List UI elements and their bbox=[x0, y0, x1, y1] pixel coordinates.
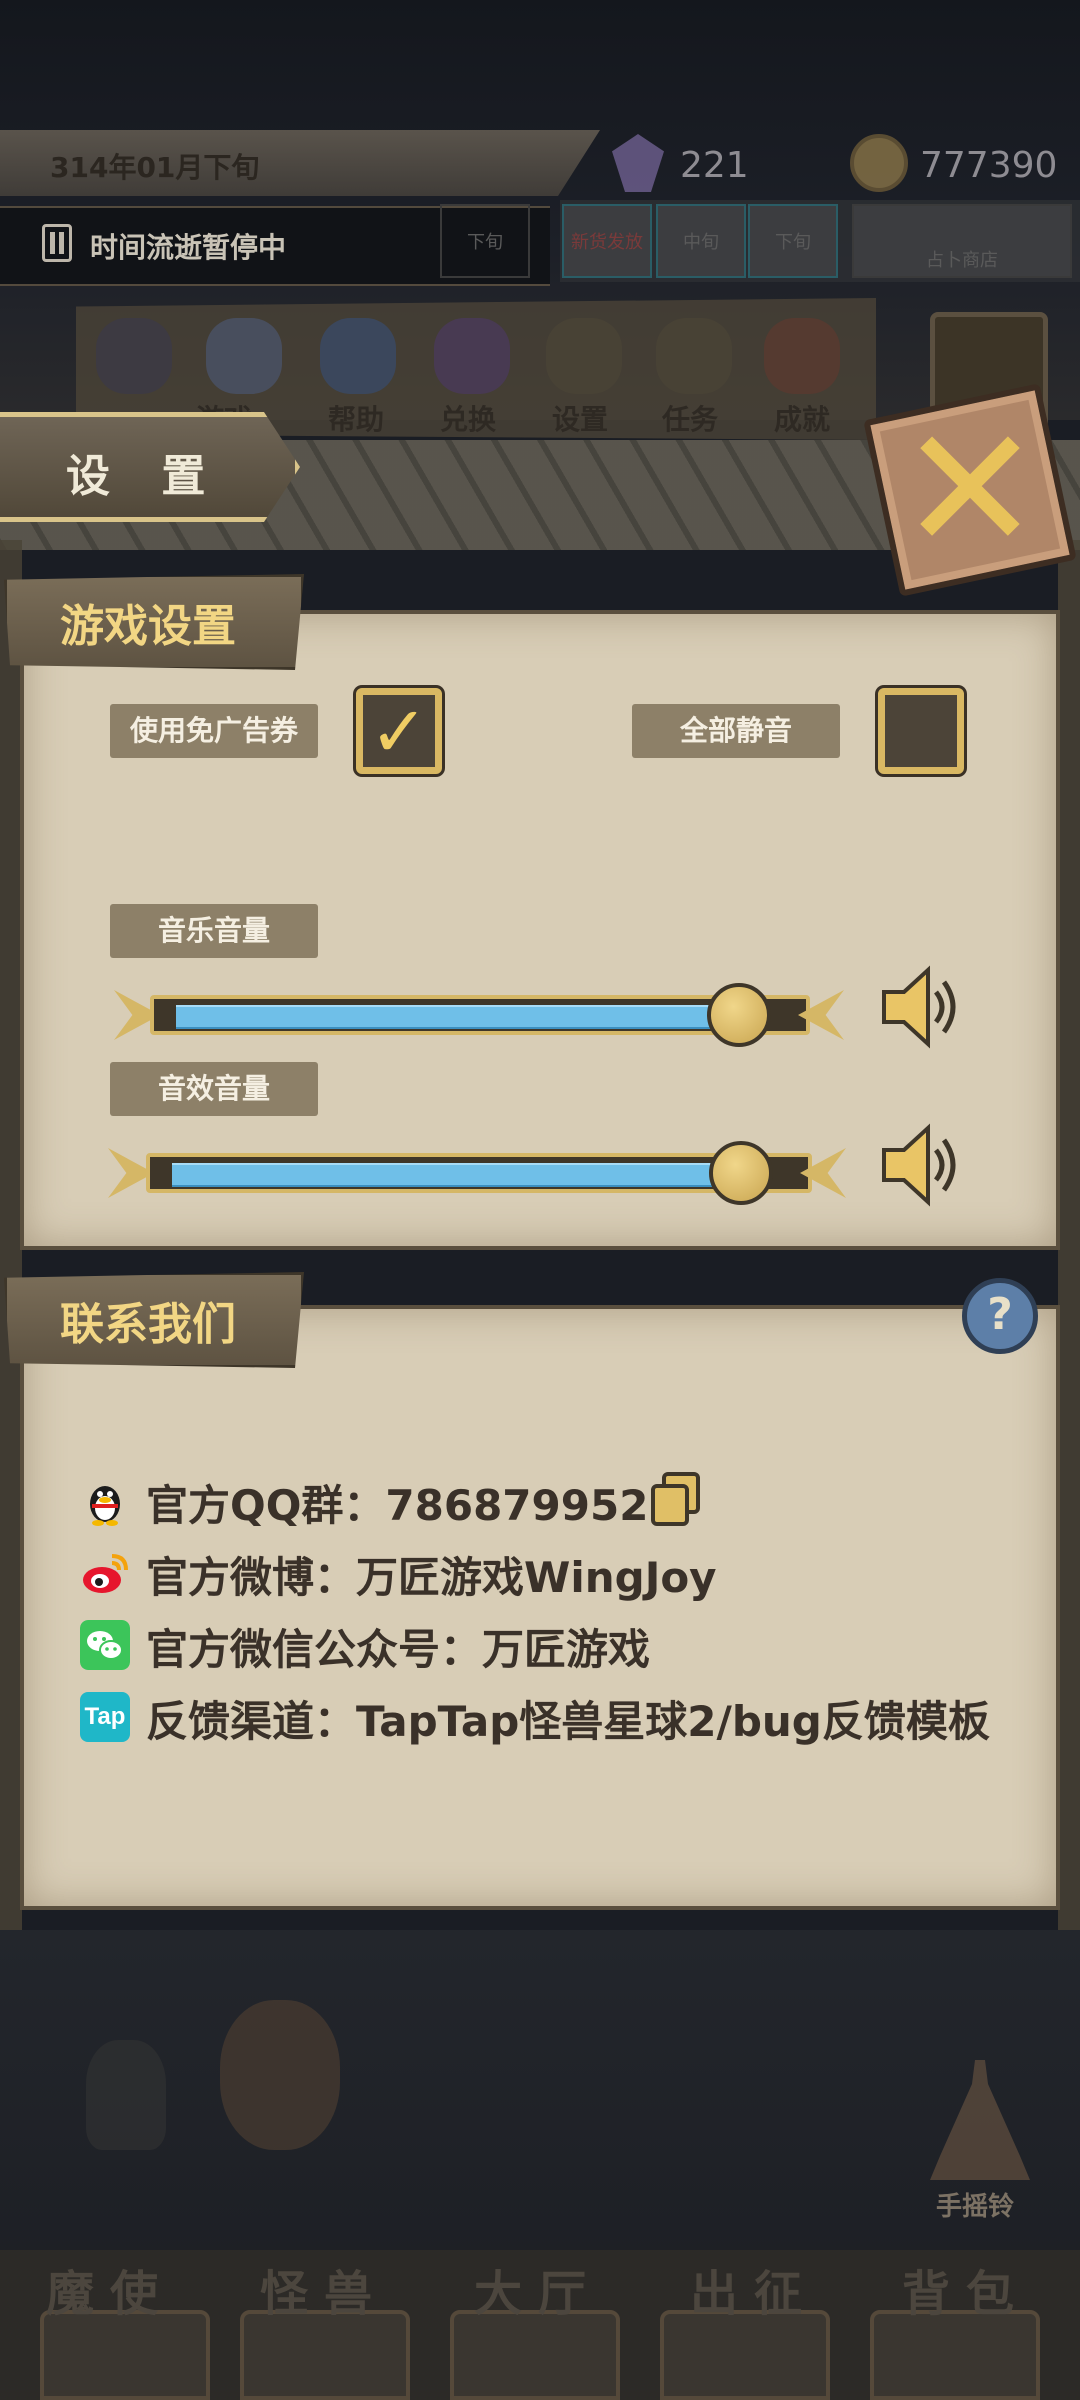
shop-tab-divination: 占卜商店 bbox=[852, 204, 1072, 278]
dialog-rail-left bbox=[0, 540, 22, 1930]
pause-status: 时间流逝暂停中 bbox=[90, 231, 287, 264]
coin-icon bbox=[850, 134, 908, 192]
contact-weibo-text: 官方微博：万匠游戏WingJoy bbox=[146, 1553, 717, 1602]
ad-free-checkbox[interactable]: ✓ bbox=[356, 688, 442, 774]
question-icon[interactable]: ? bbox=[962, 1278, 1038, 1354]
wechat-icon bbox=[80, 1620, 130, 1670]
hand-bell-label: 手摇铃 bbox=[936, 2192, 1015, 2222]
contact-taptap-text: 反馈渠道：TapTap怪兽星球2/bug反馈模板 bbox=[146, 1697, 990, 1746]
scroll-icon bbox=[656, 318, 732, 394]
copy-icon[interactable] bbox=[650, 1472, 702, 1526]
music-speaker-icon[interactable] bbox=[876, 962, 966, 1052]
contact-panel bbox=[20, 1305, 1060, 1910]
mute-all-checkbox[interactable] bbox=[878, 688, 964, 774]
music-volume-fill bbox=[176, 1005, 767, 1029]
puzzle-icon bbox=[434, 318, 510, 394]
date-label: 314年01月下旬 bbox=[50, 151, 260, 184]
nav-bag: 背包 bbox=[902, 2266, 1031, 2322]
toolbar-label-tasks: 任务 bbox=[662, 403, 719, 436]
trophy-icon bbox=[764, 318, 840, 394]
contact-wechat-text: 官方微信公众号：万匠游戏 bbox=[146, 1625, 651, 1674]
sfx-volume-knob[interactable] bbox=[709, 1141, 773, 1205]
qq-icon bbox=[90, 1486, 120, 1526]
dialog-rail-right bbox=[1058, 540, 1080, 1930]
contact-qq-text: 官方QQ群：786879952 bbox=[146, 1481, 649, 1530]
music-volume-knob[interactable] bbox=[707, 983, 771, 1047]
music-volume-label: 音乐音量 bbox=[110, 904, 318, 958]
shop-tab-new-stock: 新货发放 bbox=[562, 204, 652, 278]
help-icon bbox=[320, 318, 396, 394]
dialog-title: 设 置 bbox=[66, 451, 224, 502]
sfx-volume-label: 音效音量 bbox=[110, 1062, 318, 1116]
shop-tab-late-prev: 下旬 bbox=[440, 204, 530, 278]
shop-tab-mid: 中旬 bbox=[656, 204, 746, 278]
checkmark-icon: ✓ bbox=[369, 691, 429, 773]
sfx-volume-fill bbox=[172, 1163, 769, 1187]
toolbar-label-help: 帮助 bbox=[328, 403, 385, 436]
gear-icon bbox=[546, 318, 622, 394]
close-x-icon: ✕ bbox=[898, 391, 1042, 589]
game-settings-title: 游戏设置 bbox=[60, 601, 236, 652]
shop-tab-late: 下旬 bbox=[748, 204, 838, 278]
paper-plane-icon bbox=[206, 318, 282, 394]
sfx-speaker-icon[interactable] bbox=[876, 1120, 966, 1210]
mute-all-label: 全部静音 bbox=[632, 704, 840, 758]
ad-free-label: 使用免广告券 bbox=[110, 704, 318, 758]
monster-head-icon bbox=[96, 318, 172, 394]
nav-envoy: 魔使 bbox=[46, 2266, 175, 2322]
nav-hall: 大厅 bbox=[474, 2266, 603, 2322]
coin-count: 777390 bbox=[920, 145, 1058, 186]
toolbar-label-settings: 设置 bbox=[552, 403, 609, 436]
nav-expedition: 出征 bbox=[690, 2266, 819, 2322]
toolbar-label-achievements: 成就 bbox=[774, 403, 831, 436]
contact-title: 联系我们 bbox=[60, 1299, 236, 1350]
taptap-icon: Tap bbox=[80, 1692, 130, 1742]
weibo-icon bbox=[83, 1554, 128, 1593]
crystal-count: 221 bbox=[680, 145, 749, 186]
toolbar-label-exchange: 兑换 bbox=[440, 403, 497, 436]
monster-character bbox=[86, 2040, 166, 2150]
nav-monster: 怪兽 bbox=[260, 2266, 389, 2322]
pause-icon bbox=[42, 224, 72, 262]
explorer-character bbox=[220, 2000, 340, 2150]
